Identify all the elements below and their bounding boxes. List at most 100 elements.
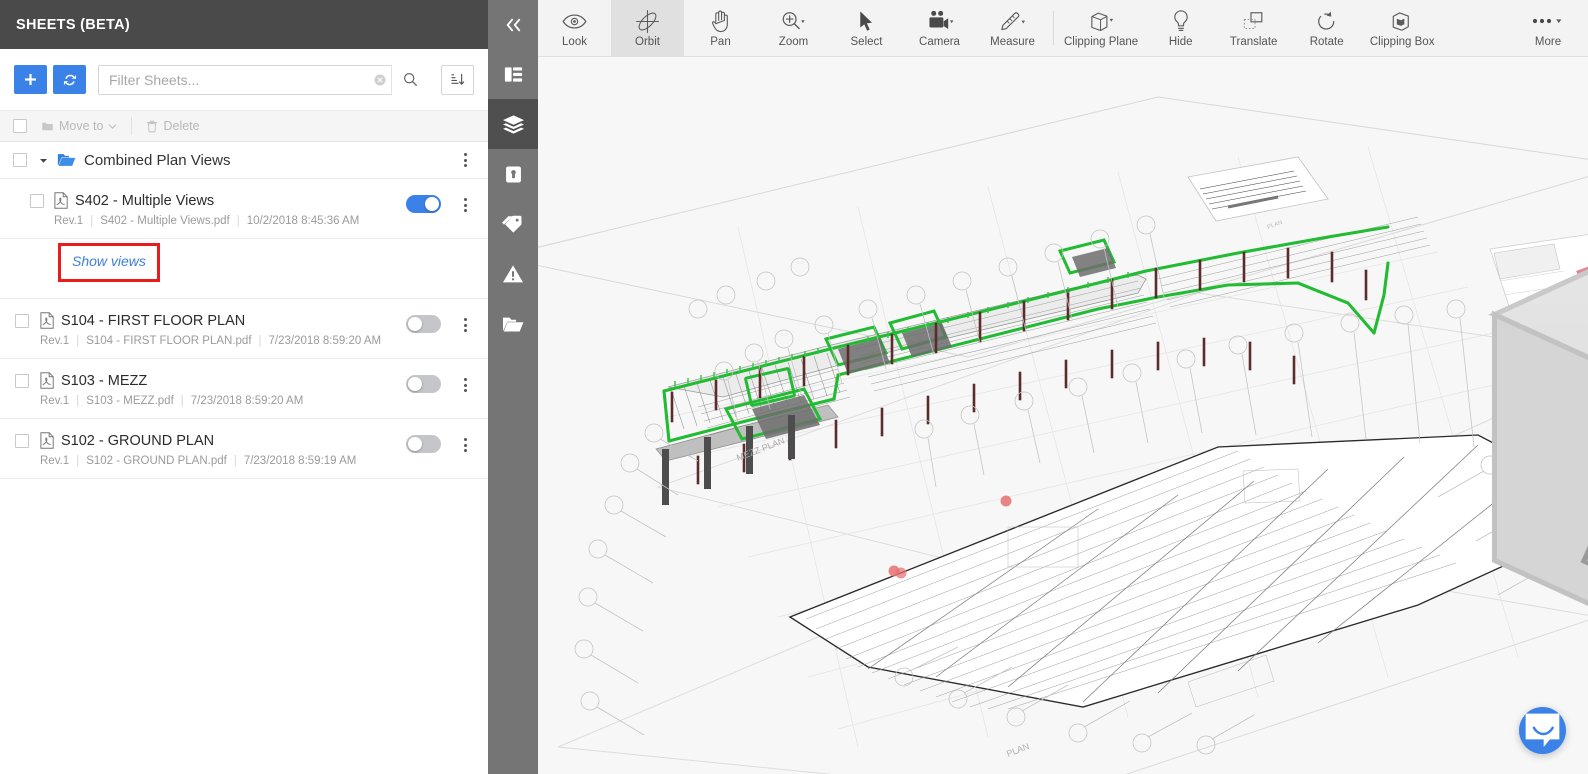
meta-divider: | bbox=[90, 215, 94, 227]
annotation-highlight-box: Show views bbox=[58, 243, 160, 282]
sheet-timestamp: 7/23/2018 8:59:19 AM bbox=[243, 455, 357, 467]
sheet-timestamp: 7/23/2018 8:59:20 AM bbox=[268, 335, 382, 347]
tool-pan[interactable]: Pan bbox=[684, 0, 757, 56]
pdf-file-icon bbox=[40, 432, 54, 449]
sidebar-item-model-tree[interactable] bbox=[488, 49, 538, 99]
chat-smile-icon bbox=[1525, 713, 1560, 747]
sheet-title: S102 - GROUND PLAN bbox=[61, 432, 215, 449]
tool-label: Rotate bbox=[1309, 36, 1344, 49]
sheet-filename: S104 - FIRST FLOOR PLAN.pdf bbox=[86, 335, 252, 347]
sheets-bulk-action-bar: Move to Delete bbox=[0, 110, 488, 142]
sheet-row[interactable]: S402 - Multiple Views Rev.1 | S402 - Mul… bbox=[0, 179, 488, 239]
meta-divider: | bbox=[76, 335, 80, 347]
tool-more[interactable]: More bbox=[1514, 0, 1588, 56]
properties-icon bbox=[505, 165, 521, 183]
sidebar-item-layers[interactable] bbox=[488, 99, 538, 149]
sort-descending-icon bbox=[451, 73, 465, 85]
search-input[interactable] bbox=[99, 65, 369, 94]
search-icon bbox=[403, 72, 417, 86]
folder-row[interactable]: Combined Plan Views bbox=[0, 142, 488, 179]
tool-label: Select bbox=[850, 36, 883, 49]
move-to-button[interactable]: Move to bbox=[33, 116, 125, 136]
sidebar-item-issues[interactable] bbox=[488, 249, 538, 299]
application-root: SHEETS (BETA) Filter Sheets... Move to D… bbox=[0, 0, 1588, 774]
tool-select[interactable]: Select bbox=[830, 0, 903, 56]
refresh-sheets-button[interactable] bbox=[53, 65, 86, 94]
folder-options-kebab[interactable] bbox=[455, 147, 475, 173]
folder-checkbox[interactable] bbox=[13, 153, 27, 167]
tool-zoom[interactable]: Zoom bbox=[757, 0, 830, 56]
sheet-revision: Rev.1 bbox=[54, 215, 84, 227]
tags-icon bbox=[502, 215, 522, 233]
tool-label: Hide bbox=[1168, 36, 1193, 49]
view-cube[interactable]: TOP LEFT FRONT bbox=[1328, 79, 1588, 774]
sidebar-item-properties[interactable] bbox=[488, 149, 538, 199]
tool-hide[interactable]: Hide bbox=[1144, 0, 1217, 56]
show-views-link[interactable]: Show views bbox=[72, 253, 146, 269]
sheet-checkbox[interactable] bbox=[15, 434, 29, 448]
sheet-title: S402 - Multiple Views bbox=[75, 192, 215, 209]
sheets-filter-bar bbox=[0, 49, 488, 110]
tool-label: Pan bbox=[710, 36, 731, 49]
sheet-info: S402 - Multiple Views Rev.1 | S402 - Mul… bbox=[54, 192, 406, 227]
trash-icon bbox=[147, 120, 158, 132]
sheet-visibility-toggle[interactable] bbox=[406, 315, 441, 333]
delete-label: Delete bbox=[163, 119, 200, 133]
tool-camera[interactable]: Camera bbox=[903, 0, 976, 56]
add-sheet-button[interactable] bbox=[14, 65, 47, 94]
layers-icon bbox=[502, 114, 524, 134]
viewer-canvas[interactable]: MEZZ PLAN PLAN PLAN LEFT bbox=[538, 57, 1588, 774]
sheet-title: S104 - FIRST FLOOR PLAN bbox=[61, 312, 246, 329]
sheet-row[interactable]: S102 - GROUND PLAN Rev.1 | S102 - GROUND… bbox=[0, 419, 488, 479]
tool-orbit[interactable]: Orbit bbox=[611, 0, 684, 56]
tool-rotate[interactable]: Rotate bbox=[1290, 0, 1363, 56]
sidebar-item-folders[interactable] bbox=[488, 299, 538, 349]
tool-clipping-box[interactable]: Clipping Box bbox=[1363, 0, 1441, 56]
refresh-icon bbox=[63, 74, 76, 85]
caret-down-icon bbox=[39, 158, 47, 163]
delete-button[interactable]: Delete bbox=[138, 116, 207, 136]
sheet-options-kebab[interactable] bbox=[455, 372, 475, 398]
viewer-side-rail bbox=[488, 0, 538, 774]
sheet-options-kebab[interactable] bbox=[455, 192, 475, 218]
help-chat-button[interactable] bbox=[1519, 707, 1566, 754]
meta-divider: | bbox=[76, 395, 80, 407]
sheet-options-kebab[interactable] bbox=[455, 312, 475, 338]
sheet-checkbox[interactable] bbox=[30, 194, 44, 208]
sheet-checkbox[interactable] bbox=[15, 374, 29, 388]
cursor-arrow-icon bbox=[858, 8, 875, 34]
collapse-panel-button[interactable] bbox=[488, 0, 538, 49]
sheet-visibility-toggle[interactable] bbox=[406, 195, 441, 213]
meta-divider: | bbox=[236, 215, 240, 227]
sheet-row[interactable]: S103 - MEZZ Rev.1 | S103 - MEZZ.pdf | 7/… bbox=[0, 359, 488, 419]
tool-label: Clipping Box bbox=[1369, 36, 1435, 49]
clear-icon[interactable] bbox=[369, 66, 391, 94]
sheet-row[interactable]: S104 - FIRST FLOOR PLAN Rev.1 | S104 - F… bbox=[0, 299, 488, 359]
tool-clipping-plane[interactable]: Clipping Plane bbox=[1058, 0, 1144, 56]
tool-label: Zoom bbox=[778, 36, 809, 49]
sheet-filename: S102 - GROUND PLAN.pdf bbox=[86, 455, 227, 467]
folder-name: Combined Plan Views bbox=[84, 151, 231, 169]
sidebar-item-tags[interactable] bbox=[488, 199, 538, 249]
sheet-options-kebab[interactable] bbox=[455, 432, 475, 458]
sheet-checkbox[interactable] bbox=[15, 314, 29, 328]
tool-label: Camera bbox=[919, 36, 960, 49]
pdf-file-icon bbox=[40, 372, 54, 389]
sheet-visibility-toggle[interactable] bbox=[406, 375, 441, 393]
select-all-checkbox[interactable] bbox=[13, 119, 27, 133]
filter-sheets-field[interactable] bbox=[98, 64, 429, 95]
tool-look[interactable]: Look bbox=[538, 0, 611, 56]
ruler-icon bbox=[999, 8, 1026, 34]
warning-triangle-icon bbox=[503, 265, 523, 283]
sort-sheets-button[interactable] bbox=[441, 64, 474, 95]
tool-translate[interactable]: Translate bbox=[1217, 0, 1290, 56]
sheet-visibility-toggle[interactable] bbox=[406, 435, 441, 453]
sheet-list: Combined Plan Views S402 - Multiple View… bbox=[0, 142, 488, 774]
tool-measure[interactable]: Measure bbox=[976, 0, 1049, 56]
folder-expand-caret[interactable] bbox=[36, 157, 50, 164]
sheets-panel: SHEETS (BETA) Filter Sheets... Move to D… bbox=[0, 0, 488, 774]
lightbulb-icon bbox=[1172, 8, 1190, 34]
meta-divider: | bbox=[76, 455, 80, 467]
search-button[interactable] bbox=[391, 64, 429, 95]
ellipsis-icon bbox=[1531, 8, 1565, 34]
